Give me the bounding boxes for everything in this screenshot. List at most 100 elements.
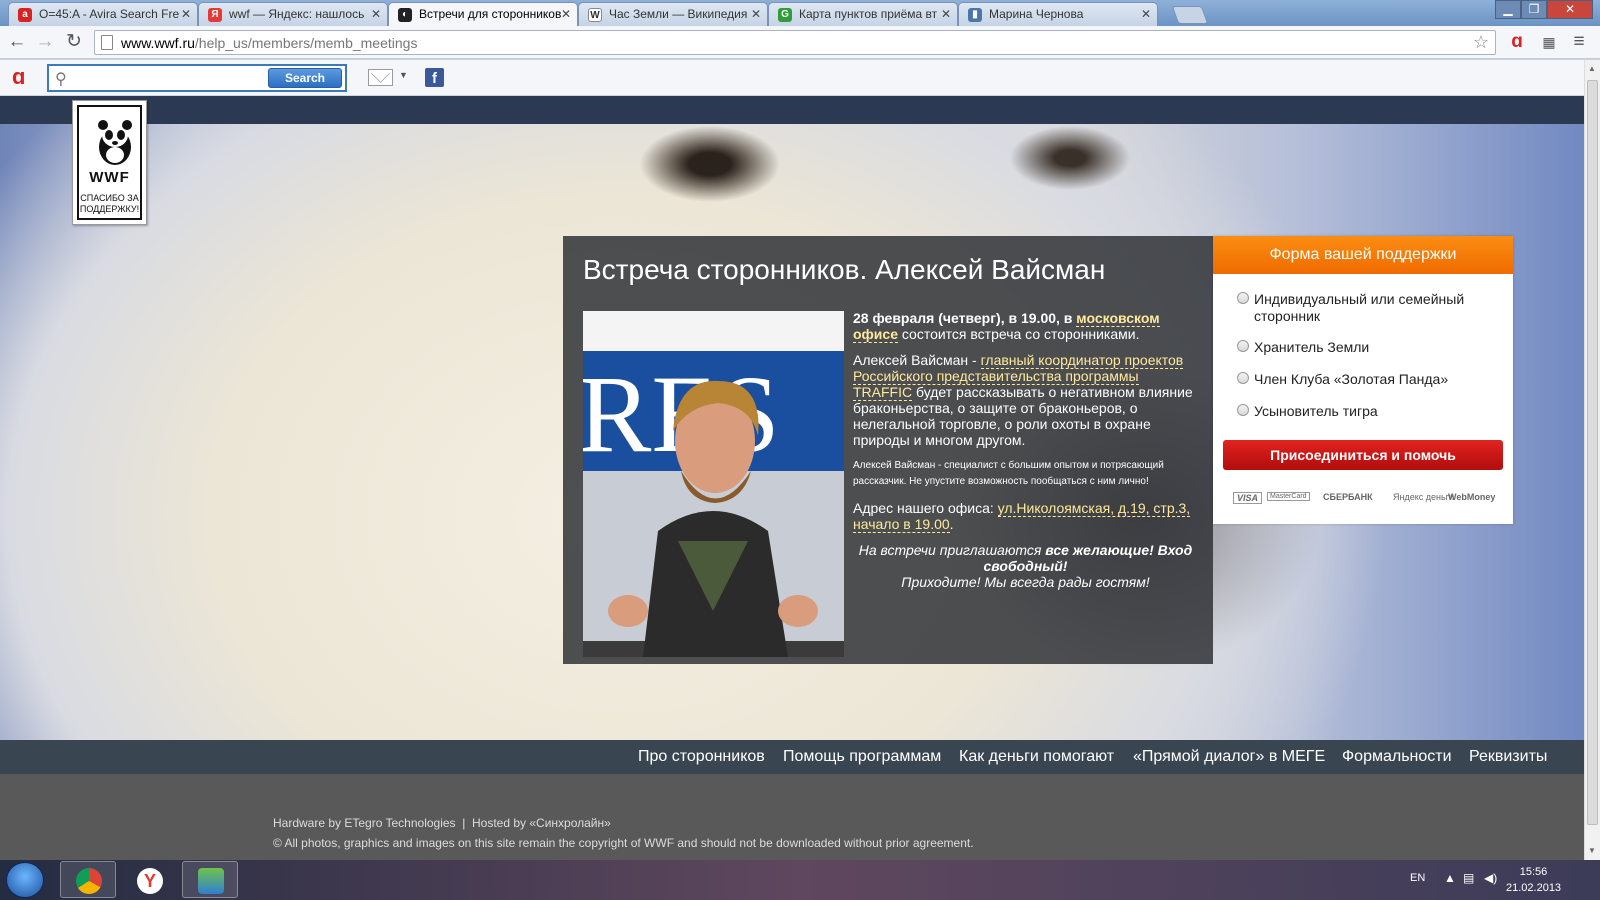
chevron-down-icon[interactable]: ▼	[399, 70, 408, 80]
url-path: /help_us/members/memb_meetings	[194, 35, 418, 51]
tab-map[interactable]: G Карта пунктов приёма вт ✕	[768, 2, 958, 26]
extension-icon[interactable]: ▦	[1538, 31, 1560, 53]
minimize-icon[interactable]: ▁	[1495, 0, 1521, 19]
radio-button[interactable]	[1237, 372, 1249, 384]
greenpeace-g-icon: G	[778, 8, 792, 22]
taskbar-messenger[interactable]	[182, 861, 238, 898]
panda-icon	[98, 120, 132, 165]
taskbar-chrome[interactable]	[60, 861, 116, 898]
volume-icon[interactable]: ◀)	[1484, 871, 1497, 885]
nav-requisites[interactable]: Реквизиты	[1469, 748, 1547, 766]
close-icon[interactable]: ✕	[751, 3, 761, 26]
new-tab-button[interactable]	[1171, 6, 1209, 24]
option-label: Индивидуальный или семейный сторонник	[1254, 291, 1465, 324]
bookmark-star-icon[interactable]: ☆	[1473, 32, 1489, 53]
vk-icon: ▮	[968, 8, 982, 22]
article-paragraph: Алексей Вайсман - главный координатор пр…	[853, 352, 1198, 448]
wwf-logo[interactable]: WWF СПАСИБО ЗА ПОДДЕРЖКУ!	[72, 100, 147, 225]
address-label: Адрес нашего офиса:	[853, 500, 998, 516]
search-box: ⚲ Search	[47, 64, 347, 92]
article-text-span: .	[949, 516, 954, 532]
article-text-span: состоится встреча со сторонниками.	[897, 326, 1140, 342]
avira-logo-icon[interactable]: ɑ	[12, 66, 25, 88]
yandex-money-logo: Яндекс деньги	[1393, 492, 1454, 502]
radio-button[interactable]	[1237, 340, 1249, 352]
support-option-golden-panda[interactable]: Член Клуба «Золотая Панда»	[1237, 371, 1497, 388]
start-button[interactable]	[6, 862, 44, 898]
invitation-text: На встречи приглашаются все желающие! Вх…	[853, 542, 1198, 590]
webmoney-logo: WebMoney	[1448, 492, 1496, 502]
close-icon[interactable]: ✕	[371, 3, 381, 26]
browser-toolbar: ← → ↻ www.wwf.ru/help_us/members/memb_me…	[0, 26, 1600, 59]
url-text[interactable]: www.wwf.ru/help_us/members/memb_meetings	[121, 35, 417, 51]
tab-wikipedia[interactable]: W Час Земли — Википедия ✕	[578, 2, 768, 26]
support-option-individual[interactable]: Индивидуальный или семейный сторонник	[1237, 291, 1497, 325]
forward-arrow-icon[interactable]: →	[34, 31, 56, 53]
windows-taskbar: Y EN ▲ ▤ ◀) 15:56 21.02.2013	[0, 860, 1600, 900]
nav-formalities[interactable]: Формальности	[1342, 748, 1452, 766]
tab-vk[interactable]: ▮ Марина Чернова ✕	[958, 2, 1158, 26]
tab-wwf-meetings[interactable]: ◐ Встречи для сторонников ✕	[388, 2, 578, 26]
reload-icon[interactable]: ↻	[63, 31, 85, 53]
tab-title: Час Земли — Википедия	[609, 7, 748, 21]
scroll-down-arrow-icon[interactable]: ▼	[1588, 846, 1596, 855]
visa-logo: VISA	[1233, 492, 1263, 504]
clock-time: 15:56	[1519, 866, 1548, 878]
scroll-up-arrow-icon[interactable]: ▲	[1588, 64, 1596, 73]
vertical-scrollbar[interactable]: ▲ ▼	[1584, 60, 1600, 860]
radio-button[interactable]	[1237, 404, 1249, 416]
join-button[interactable]: Присоединиться и помочь	[1223, 440, 1503, 470]
header-strip	[0, 96, 1584, 124]
nav-about-supporters[interactable]: Про сторонников	[638, 748, 765, 766]
tray-expand-icon[interactable]: ▲	[1444, 871, 1456, 885]
wwf-logo-text: WWF	[89, 169, 130, 186]
input-language[interactable]: EN	[1410, 872, 1425, 884]
tab-title: Марина Чернова	[989, 7, 1084, 21]
clock[interactable]: 15:56 21.02.2013	[1506, 864, 1561, 896]
tab-avira-search[interactable]: a O=45:A - Avira Search Fre ✕	[8, 2, 198, 26]
window-close-icon[interactable]: ✕	[1547, 0, 1593, 19]
close-icon[interactable]: ✕	[1141, 3, 1151, 26]
tab-title: Встречи для сторонников	[419, 7, 562, 21]
tab-title: O=45:A - Avira Search Fre	[39, 7, 180, 21]
address-bar[interactable]: www.wwf.ru/help_us/members/memb_meetings…	[94, 30, 1496, 55]
yandex-browser-icon: Y	[137, 868, 163, 894]
menu-icon[interactable]: ≡	[1568, 31, 1590, 53]
clock-date: 21.02.2013	[1506, 882, 1562, 894]
scrollbar-thumb[interactable]	[1587, 80, 1598, 825]
invitation-part: Приходите! Мы всегда рады гостям!	[901, 574, 1150, 590]
speaker-photo-illustration: RES	[583, 311, 844, 657]
close-icon[interactable]: ✕	[941, 3, 951, 26]
support-option-tiger-adopter[interactable]: Усыновитель тигра	[1237, 403, 1497, 420]
back-arrow-icon[interactable]: ←	[6, 31, 28, 53]
url-host: www.wwf.ru	[121, 35, 195, 51]
search-button[interactable]: Search	[268, 68, 342, 88]
avira-extension-icon[interactable]: ɑ	[1506, 31, 1528, 53]
network-icon[interactable]: ▤	[1463, 871, 1474, 885]
tab-yandex[interactable]: Я wwf — Яндекс: нашлось ✕	[198, 2, 388, 26]
page-footer: Hardware by ETegro Technologies | Hosted…	[0, 774, 1584, 860]
facebook-icon[interactable]: f	[425, 68, 444, 87]
browser-tab-strip: a O=45:A - Avira Search Fre ✕ Я wwf — Ян…	[0, 0, 1600, 26]
sberbank-logo: СБЕРБАНК	[1323, 492, 1373, 502]
close-icon[interactable]: ✕	[561, 3, 571, 26]
taskbar-yandex[interactable]: Y	[121, 861, 177, 898]
wikipedia-icon: W	[588, 8, 602, 22]
nav-direct-dialog[interactable]: «Прямой диалог» в МЕГЕ	[1133, 748, 1325, 766]
nav-how-money-helps[interactable]: Как деньги помогают	[959, 748, 1114, 766]
mail-icon[interactable]	[368, 69, 393, 86]
maximize-icon[interactable]: ❐	[1521, 0, 1547, 19]
avira-icon: a	[18, 8, 32, 22]
radio-button[interactable]	[1237, 292, 1249, 304]
footer-navigation: Про сторонников Помощь программам Как де…	[0, 740, 1584, 774]
support-option-earth-keeper[interactable]: Хранитель Земли	[1237, 339, 1497, 356]
support-form-title: Форма вашей поддержки	[1213, 236, 1513, 274]
nav-program-help[interactable]: Помощь программам	[783, 748, 941, 766]
hosting-credit: Hardware by ETegro Technologies | Hosted…	[273, 816, 611, 830]
close-icon[interactable]: ✕	[181, 3, 191, 26]
invitation-part: На встречи приглашаются	[858, 542, 1046, 558]
wwf-panda-icon: ◐	[398, 8, 412, 22]
logo-frame: WWF СПАСИБО ЗА ПОДДЕРЖКУ!	[77, 105, 142, 220]
speaker-note: Алексей Вайсман - специалист с большим о…	[853, 460, 1164, 487]
option-label: Член Клуба «Золотая Панда»	[1254, 371, 1449, 387]
